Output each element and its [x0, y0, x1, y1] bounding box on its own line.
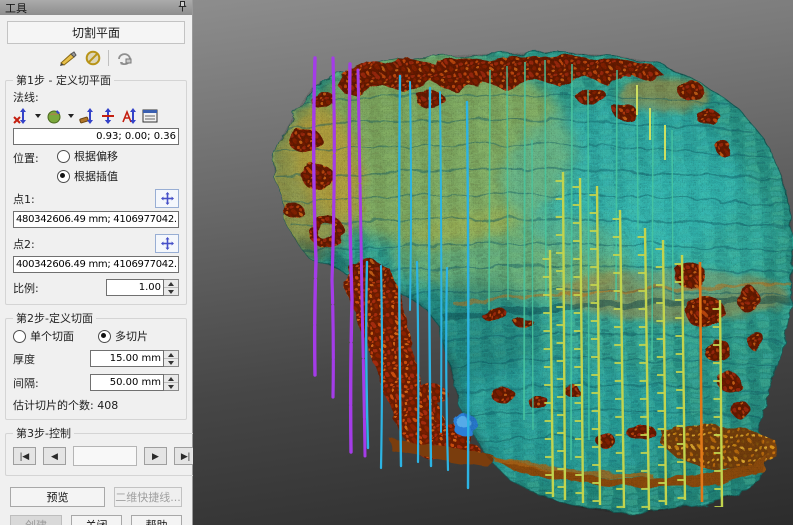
- point2-pick-button[interactable]: [155, 234, 179, 253]
- tool-header: 切割平面: [7, 21, 185, 44]
- step3-legend: 第3步-控制: [13, 425, 74, 441]
- point1-pick-button[interactable]: [155, 189, 179, 208]
- point2-label: 点2:: [13, 236, 35, 252]
- step1-legend: 第1步 - 定义切平面: [13, 72, 114, 88]
- step2-group: 第2步-定义切面 单个切面 多切片 厚度: [5, 310, 187, 420]
- slice-count-estimate: 估计切片的个数: 408: [13, 397, 179, 413]
- slice-index-input[interactable]: [73, 446, 137, 466]
- scale-label: 比例:: [13, 280, 39, 296]
- prev-slice-button[interactable]: ◀: [43, 447, 66, 465]
- radio-by-offset[interactable]: 根据偏移: [57, 148, 118, 164]
- step1-group: 第1步 - 定义切平面 法线:: [5, 72, 187, 305]
- delete-plane-icon[interactable]: [85, 50, 101, 66]
- spacing-up-icon[interactable]: [164, 375, 178, 383]
- tools-panel: 工具 切割平面 第1步 - 定义切平面: [0, 0, 193, 525]
- position-label: 位置:: [13, 148, 57, 166]
- radio-by-interpolation[interactable]: 根据插值: [57, 168, 118, 184]
- thickness-down-icon[interactable]: [164, 359, 178, 366]
- spacing-spinner: [90, 374, 179, 391]
- normal-numeric-icon[interactable]: [142, 109, 158, 123]
- cutting-plane-tool: 切割平面 第1步 - 定义切平面 法线:: [0, 15, 192, 525]
- step2-legend: 第2步-定义切面: [13, 310, 96, 326]
- normal-axis-icon[interactable]: [13, 108, 29, 124]
- panel-title: 工具: [5, 0, 27, 16]
- normal-axis-dropdown-icon[interactable]: [35, 114, 41, 118]
- scale-input[interactable]: [106, 279, 164, 296]
- spacing-input[interactable]: [90, 374, 164, 391]
- viewport-3d[interactable]: [193, 0, 793, 525]
- normal-label: 法线:: [13, 89, 39, 105]
- radio-multi-circle[interactable]: [98, 330, 111, 343]
- edit-plane-icon[interactable]: [59, 51, 78, 66]
- panel-titlebar[interactable]: 工具: [0, 0, 192, 15]
- pin-icon[interactable]: [178, 1, 187, 15]
- polyline-2d-button[interactable]: 二维快捷线...: [114, 487, 182, 507]
- radio-single-circle[interactable]: [13, 330, 26, 343]
- spacing-label: 间隔:: [13, 375, 39, 391]
- radio-single-section[interactable]: 单个切面: [13, 328, 74, 344]
- toolbar-separator: [108, 50, 109, 66]
- normal-sphere-icon[interactable]: [46, 108, 62, 124]
- normal-sphere-dropdown-icon[interactable]: [68, 114, 74, 118]
- radio-by-interpolation-circle[interactable]: [57, 170, 70, 183]
- preview-button[interactable]: 预览: [10, 487, 105, 507]
- radio-by-offset-circle[interactable]: [57, 150, 70, 163]
- first-slice-button[interactable]: |◀: [13, 447, 36, 465]
- help-button[interactable]: 帮助: [131, 515, 182, 525]
- create-button[interactable]: 创建: [10, 515, 62, 525]
- scale-down-icon[interactable]: [164, 288, 178, 295]
- close-button[interactable]: 关闭: [71, 515, 122, 525]
- application-window: 工具 切割平面 第1步 - 定义切平面: [0, 0, 793, 525]
- normal-value-input[interactable]: [13, 128, 179, 145]
- normal-invert-icon[interactable]: [100, 108, 116, 124]
- point1-value-input[interactable]: [13, 211, 179, 228]
- point2-value-input[interactable]: [13, 256, 179, 273]
- next-slice-button[interactable]: ▶: [144, 447, 167, 465]
- normal-edit-icon[interactable]: [121, 108, 137, 124]
- scale-spinner: [106, 279, 179, 296]
- step3-group: 第3步-控制 |◀ ◀ ▶ ▶|: [5, 425, 205, 476]
- scale-up-icon[interactable]: [164, 280, 178, 288]
- radio-multi-slices[interactable]: 多切片: [98, 328, 148, 344]
- rotate-plane-icon[interactable]: [116, 51, 133, 66]
- spacing-down-icon[interactable]: [164, 383, 178, 390]
- thickness-spinner: [90, 350, 179, 367]
- thickness-up-icon[interactable]: [164, 351, 178, 359]
- thickness-label: 厚度: [13, 351, 35, 367]
- point1-label: 点1:: [13, 191, 35, 207]
- thickness-input[interactable]: [90, 350, 164, 367]
- normal-paint-icon[interactable]: [79, 108, 95, 124]
- point-cloud-scene: [193, 0, 793, 525]
